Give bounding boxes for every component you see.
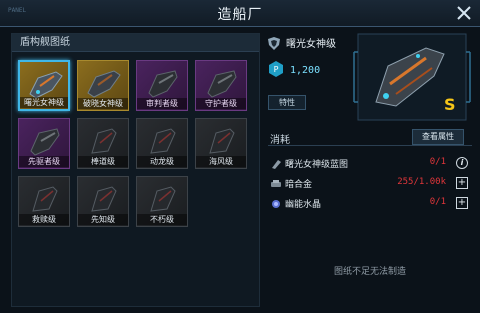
- material-row: 幽能水晶 0/1 +: [268, 196, 472, 212]
- crystal-icon: [272, 200, 280, 208]
- power-icon: P: [269, 61, 283, 77]
- material-row: 暗合金 255/1.00k +: [268, 176, 472, 192]
- consumption-panel: 消耗 查看属性 曙光女神级蓝图 0/1 i 暗合金 255/1.00k + 幽能…: [268, 128, 472, 307]
- blueprint-card[interactable]: 曙光女神级: [18, 60, 70, 111]
- blueprint-card[interactable]: 先知级: [77, 176, 129, 227]
- ship-thumbnail: [30, 128, 60, 156]
- close-button[interactable]: [454, 3, 474, 23]
- blueprint-card[interactable]: 动龙级: [136, 118, 188, 169]
- alloy-icon: [271, 180, 281, 187]
- blueprint-card[interactable]: 救赎级: [18, 176, 70, 227]
- ship-thumbnail: [32, 186, 58, 212]
- ship-thumbnail: [29, 71, 63, 99]
- close-icon: [457, 6, 471, 20]
- shield-icon: [268, 37, 280, 50]
- title-bar: PANEL 造船厂: [0, 0, 480, 27]
- ship-thumbnail: [150, 128, 176, 154]
- blueprint-grid: 曙光女神级 破晓女神级 审判者级 守护者级 先驱者级 棒道级 动龙级 海风级 救…: [18, 60, 254, 227]
- trait-button[interactable]: 特性: [268, 95, 306, 110]
- status-message: 图纸不足无法制造: [333, 267, 406, 277]
- blueprint-card[interactable]: 海风级: [195, 118, 247, 169]
- blueprint-panel: 盾构舰图纸 曙光女神级 破晓女神级 审判者级 守护者级 先驱者级 棒道级 动龙级: [11, 33, 260, 307]
- ship-thumbnail: [91, 128, 117, 154]
- window-title: 造船厂: [217, 7, 263, 23]
- rank-badge: S: [444, 95, 456, 114]
- power-rating: P 1,200: [268, 58, 320, 77]
- ship-thumbnail: [148, 70, 178, 98]
- view-attributes-button[interactable]: 查看属性: [412, 129, 464, 145]
- ship-thumbnail: [150, 186, 176, 212]
- ship-preview: S: [352, 32, 472, 122]
- ship-thumbnail: [207, 70, 237, 98]
- add-button[interactable]: +: [456, 177, 468, 189]
- ship-thumbnail: [87, 70, 121, 98]
- ship-thumbnail: [91, 186, 117, 212]
- ship-name: 曙光女神级: [268, 35, 336, 50]
- blueprint-icon: [272, 160, 281, 169]
- blueprint-card[interactable]: 审判者级: [136, 60, 188, 111]
- add-button[interactable]: +: [456, 197, 468, 209]
- consumption-header: 消耗 查看属性: [268, 128, 472, 146]
- ship-info-panel: 曙光女神级 I 型 P1,200 特性 S: [268, 33, 472, 123]
- blueprint-card[interactable]: 不朽级: [136, 176, 188, 227]
- info-button[interactable]: i: [456, 157, 468, 169]
- ship-preview-image: S: [353, 33, 471, 121]
- blueprint-card[interactable]: 先驱者级: [18, 118, 70, 169]
- svg-text:P: P: [274, 65, 279, 74]
- blueprint-panel-header: 盾构舰图纸: [12, 34, 259, 52]
- blueprint-card[interactable]: 守护者级: [195, 60, 247, 111]
- material-row: 曙光女神级蓝图 0/1 i: [268, 156, 472, 172]
- blueprint-card[interactable]: 棒道级: [77, 118, 129, 169]
- ship-thumbnail: [209, 128, 235, 154]
- blueprint-card[interactable]: 破晓女神级: [77, 60, 129, 111]
